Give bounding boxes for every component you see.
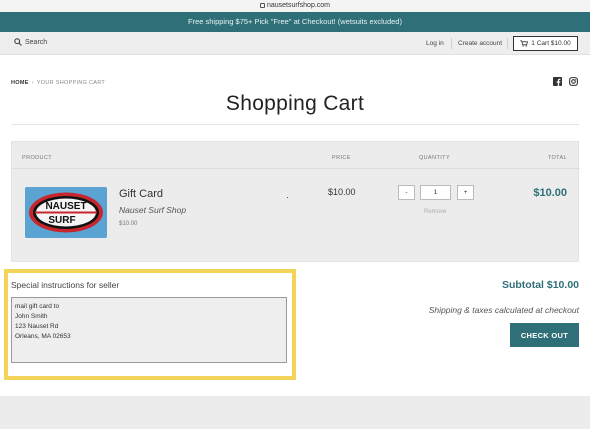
instagram-icon[interactable] [569, 77, 578, 86]
header-divider [451, 38, 452, 49]
breadcrumb-separator: › [31, 80, 34, 86]
create-account-link[interactable]: Create account [458, 40, 502, 47]
item-vendor: Nauset Surf Shop [119, 205, 187, 215]
browser-url-bar[interactable]: nausetsurfshop.com [0, 0, 590, 12]
breadcrumb-current: YOUR SHOPPING CART [36, 80, 106, 86]
search-label: Search [25, 38, 48, 46]
cart-table: PRODUCT PRICE QUANTITY TOTAL NAUSET SURF… [11, 141, 580, 262]
item-line-total: $10.00 [533, 187, 567, 199]
search-icon [14, 38, 22, 46]
item-price: $10.00 [328, 187, 356, 197]
nauset-surf-logo: NAUSET SURF [25, 187, 107, 238]
special-instructions-textarea[interactable]: mail gift card to John Smith 123 Nauset … [11, 297, 287, 363]
column-header-price: PRICE [332, 155, 351, 161]
quantity-decrease-button[interactable]: - [398, 185, 415, 200]
lock-icon [259, 2, 265, 8]
cart-label: 1 Cart $10.00 [531, 40, 571, 47]
cart-button[interactable]: 1 Cart $10.00 [513, 36, 578, 51]
column-header-quantity: QUANTITY [419, 155, 451, 161]
product-image[interactable]: NAUSET SURF [25, 187, 107, 238]
remove-item-link[interactable]: Remove [424, 209, 446, 215]
search-button[interactable]: Search [14, 38, 47, 46]
column-header-product: PRODUCT [22, 155, 52, 161]
site-header: Search Log in Create account 1 Cart $10.… [0, 32, 590, 55]
cart-subtotal: Subtotal $10.00 [501, 279, 579, 291]
divider-dot [287, 197, 288, 198]
header-divider [507, 38, 508, 49]
logo-top-word: NAUSET [45, 201, 86, 212]
logo-bottom-word: SURF [48, 215, 75, 226]
promo-text: Free shipping $75+ Pick "Free" at Checko… [188, 17, 402, 26]
column-header-total: TOTAL [547, 155, 567, 161]
breadcrumb: HOME › YOUR SHOPPING CART [11, 80, 105, 86]
breadcrumb-home[interactable]: HOME [11, 80, 29, 86]
footer [0, 396, 590, 429]
item-unit-price: $10.00 [119, 221, 138, 227]
cart-icon [520, 40, 529, 47]
divider [12, 168, 580, 169]
page-title: Shopping Cart [225, 92, 365, 115]
facebook-icon[interactable] [553, 77, 562, 86]
url-text: nausetsurfshop.com [266, 2, 331, 9]
quantity-increase-button[interactable]: + [457, 185, 474, 200]
promo-banner: Free shipping $75+ Pick "Free" at Checko… [0, 12, 590, 32]
divider [11, 124, 579, 125]
quantity-input[interactable] [420, 185, 451, 200]
taxes-note: Shipping & taxes calculated at checkout [428, 305, 579, 315]
checkout-button[interactable]: CHECK OUT [510, 323, 579, 347]
login-link[interactable]: Log in [426, 40, 444, 47]
item-title-link[interactable]: Gift Card [119, 188, 163, 200]
notes-label: Special instructions for seller [11, 280, 120, 290]
